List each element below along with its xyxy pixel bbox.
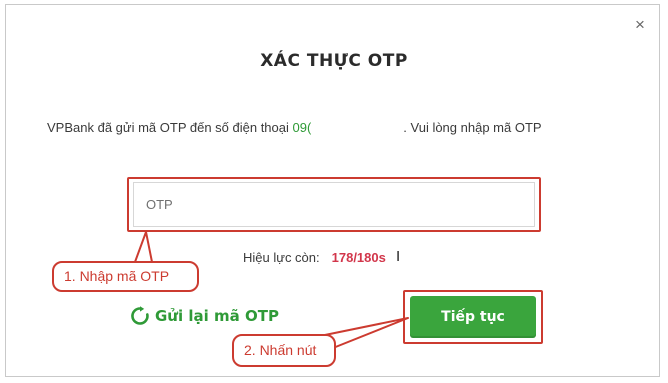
refresh-icon	[131, 306, 149, 325]
otp-input[interactable]	[133, 182, 535, 227]
phone-number: 09(	[292, 120, 312, 135]
dialog-title: XÁC THỰC OTP	[260, 51, 408, 71]
phone-mask	[311, 122, 404, 136]
step1-callout: 1. Nhập mã OTP	[52, 261, 199, 292]
step2-callout: 2. Nhấn nút	[232, 334, 336, 367]
resend-otp-link[interactable]: Gửi lại mã OTP	[130, 306, 279, 326]
text-cursor-icon: I	[396, 248, 401, 265]
otp-message: VPBank đã gửi mã OTP đến số điện thoại 0…	[47, 120, 542, 136]
screen: × XÁC THỰC OTP VPBank đã gửi mã OTP đến …	[0, 0, 668, 383]
resend-label: Gửi lại mã OTP	[155, 307, 279, 325]
message-prefix: VPBank đã gửi mã OTP đến số điện thoại	[47, 120, 293, 135]
validity-label: Hiệu lực còn:	[243, 250, 320, 265]
countdown-timer: 178/180s	[331, 250, 386, 265]
continue-button[interactable]: Tiếp tục	[410, 296, 536, 338]
validity-row: Hiệu lực còn: 178/180s	[243, 250, 386, 265]
message-suffix: . Vui lòng nhập mã OTP	[403, 120, 542, 135]
close-icon[interactable]: ×	[631, 16, 649, 34]
